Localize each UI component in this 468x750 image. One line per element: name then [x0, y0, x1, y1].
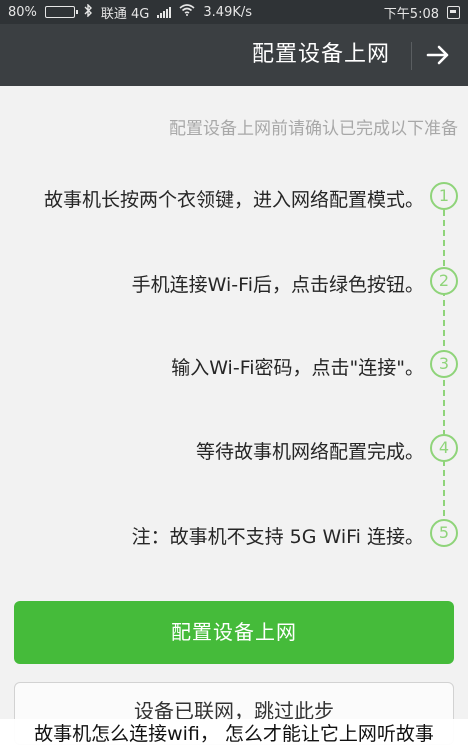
step-text: 输入Wi-Fi密码，点击"连接"。 [171, 357, 424, 379]
step-number: 4 [430, 434, 458, 462]
status-bar-left: 80% 联通 4G 3.49K/s [8, 2, 253, 22]
arrow-icon [426, 45, 449, 65]
battery-percent: 80% [8, 4, 37, 20]
step-item: 4 等待故事机网络配置完成。 [0, 431, 468, 465]
network-speed: 3.49K/s [203, 4, 253, 20]
signal-icon [157, 6, 172, 18]
configure-network-button[interactable]: 配置设备上网 [14, 601, 454, 664]
main-content: 配置设备上网前请确认已完成以下准备 1 故事机长按两个衣领键，进入网络配置模式。… [0, 86, 468, 750]
app-bar: 配置设备上网 [0, 24, 468, 86]
step-number: 3 [430, 350, 458, 378]
step-item: 3 输入Wi-Fi密码，点击"连接"。 [0, 347, 468, 381]
status-bar-right: 下午5:08 [384, 3, 460, 22]
bluetooth-icon [83, 2, 93, 21]
step-number: 1 [430, 182, 458, 210]
step-text: 注：故事机不支持 5G WiFi 连接。 [131, 526, 424, 548]
back-button[interactable] [418, 35, 458, 75]
page-title: 配置设备上网 [251, 42, 390, 67]
step-text: 故事机长按两个衣领键，进入网络配置模式。 [43, 189, 424, 211]
notification-icon [447, 5, 460, 19]
caption-overlay: 故事机怎么连接wifi， 怎么才能让它上网听故事 [0, 719, 468, 750]
battery-icon [44, 6, 78, 18]
steps-list: 1 故事机长按两个衣领键，进入网络配置模式。 2 手机连接Wi-Fi后，点击绿色… [0, 86, 468, 566]
step-item: 2 手机连接Wi-Fi后，点击绿色按钮。 [0, 264, 468, 298]
clock-time: 下午5:08 [383, 6, 439, 22]
step-text: 手机连接Wi-Fi后，点击绿色按钮。 [131, 274, 424, 296]
step-number: 2 [430, 267, 458, 295]
status-bar: 80% 联通 4G 3.49K/s 下午5:08 [0, 0, 468, 24]
step-item: 5 注：故事机不支持 5G WiFi 连接。 [0, 516, 468, 550]
app-bar-divider [411, 42, 412, 70]
carrier-label: 联通 4G [100, 6, 150, 22]
step-number: 5 [430, 519, 458, 547]
step-item: 1 故事机长按两个衣领键，进入网络配置模式。 [0, 179, 468, 213]
step-text: 等待故事机网络配置完成。 [195, 441, 424, 463]
wifi-icon [179, 4, 195, 20]
